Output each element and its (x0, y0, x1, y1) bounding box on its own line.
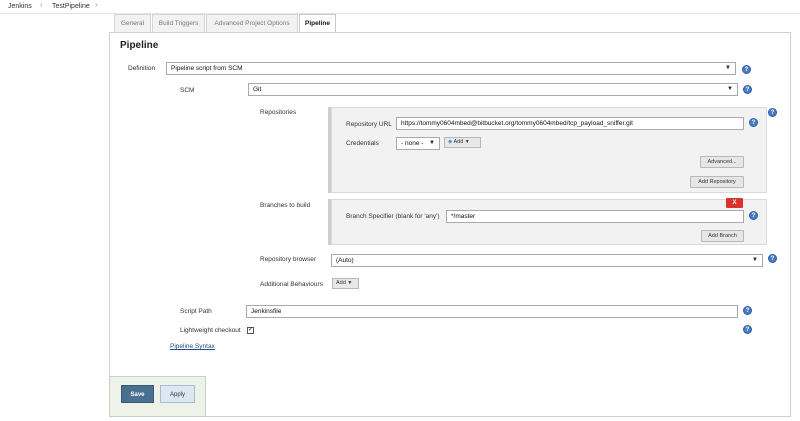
chevron-down-icon: ▼ (727, 86, 733, 92)
repository-browser-select[interactable]: (Auto) ▼ (331, 254, 763, 267)
scm-label: SCM (180, 87, 195, 94)
add-credentials-label: Add (453, 139, 464, 145)
branch-specifier-label: Branch Specifier (blank for 'any') (346, 213, 440, 220)
additional-behaviours-label: Additional Behaviours (260, 281, 323, 288)
lightweight-checkout-checkbox[interactable]: ✓ (247, 327, 254, 334)
script-path-label: Script Path (180, 308, 212, 315)
repository-url-input[interactable]: https://tommy0604mbed@bitbucket.org/tomm… (396, 117, 744, 130)
chevron-down-icon: ▼ (752, 257, 758, 263)
credentials-select[interactable]: - none - ▼ (396, 137, 440, 150)
save-button[interactable]: Save (121, 385, 154, 403)
page-title: Pipeline (120, 40, 159, 51)
repository-browser-label: Repository browser (260, 256, 316, 263)
breadcrumb-testpipeline[interactable]: TestPipeline (52, 3, 90, 10)
apply-button[interactable]: Apply (160, 385, 195, 403)
scm-select-value: Git (253, 86, 262, 93)
chevron-down-icon: ▼ (725, 65, 731, 71)
add-behaviour-button[interactable]: Add ▼ (332, 278, 359, 289)
add-credentials-button[interactable]: ◈ Add ▼ (444, 137, 481, 148)
help-icon[interactable]: ? (749, 118, 758, 127)
repository-url-label: Repository URL (346, 121, 392, 128)
advanced-button[interactable]: Advanced... (700, 156, 744, 168)
add-behaviour-label: Add (336, 280, 346, 286)
branch-specifier-input[interactable]: */master (446, 210, 744, 223)
tab-build-triggers[interactable]: Build Triggers (152, 14, 205, 32)
chevron-down-icon: ▼ (429, 140, 435, 146)
help-icon[interactable]: ? (742, 65, 751, 74)
help-icon[interactable]: ? (768, 254, 777, 263)
tab-advanced-project-options[interactable]: Advanced Project Options (206, 14, 298, 32)
credentials-select-value: - none - (401, 140, 424, 147)
definition-select[interactable]: Pipeline script from SCM ▼ (166, 62, 736, 75)
chevron-down-icon: ▼ (347, 280, 353, 286)
help-icon[interactable]: ? (749, 211, 758, 220)
add-repository-button[interactable]: Add Repository (690, 176, 744, 188)
tab-general[interactable]: General (114, 14, 151, 32)
help-icon[interactable]: ? (743, 325, 752, 334)
breadcrumb-separator-icon: › (40, 2, 43, 9)
breadcrumb: Jenkins › TestPipeline › (0, 0, 800, 14)
chevron-down-icon: ▼ (464, 139, 470, 145)
key-icon: ◈ (448, 139, 453, 145)
credentials-label: Credentials (346, 140, 379, 147)
pipeline-syntax-link[interactable]: Pipeline Syntax (170, 343, 215, 350)
lightweight-checkout-label: Lightweight checkout (180, 327, 241, 334)
delete-branch-button[interactable]: X (726, 198, 743, 208)
help-icon[interactable]: ? (743, 85, 752, 94)
branches-label: Branches to build (260, 202, 311, 209)
scm-select[interactable]: Git ▼ (248, 83, 738, 96)
breadcrumb-separator-icon: › (95, 2, 98, 9)
script-path-input[interactable]: Jenkinsfile (246, 305, 738, 318)
definition-label: Definition (128, 65, 156, 72)
help-icon[interactable]: ? (768, 108, 777, 117)
repositories-label: Repositories (260, 109, 297, 116)
breadcrumb-jenkins[interactable]: Jenkins (8, 3, 32, 10)
repository-browser-value: (Auto) (336, 257, 354, 264)
add-branch-button[interactable]: Add Branch (701, 230, 744, 242)
help-icon[interactable]: ? (743, 306, 752, 315)
tab-pipeline[interactable]: Pipeline (299, 14, 336, 33)
definition-select-value: Pipeline script from SCM (171, 65, 243, 72)
